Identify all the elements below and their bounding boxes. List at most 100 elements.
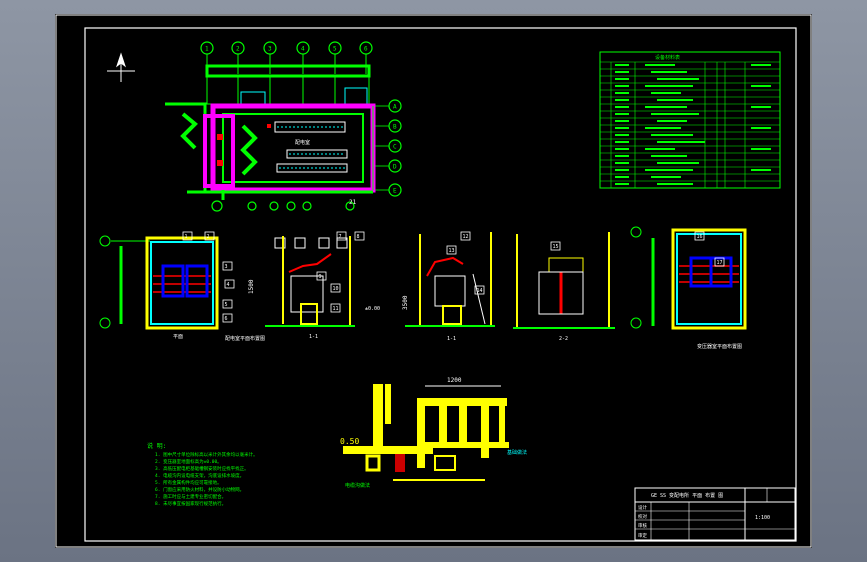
note-line: 2. 变压器室地面标高为±0.00。 [155,458,222,465]
callout-number: 13 [449,248,455,254]
title-block: GE SS 变配电所 平面 布置 图 设计 校对 审核 审定 1:100 [634,487,796,541]
table-cell-mark [615,134,629,136]
detail-bottom-note: 电缆沟做法 [345,482,370,489]
table-cell-mark [651,176,681,178]
table-cell-mark [657,141,705,143]
cad-drawing: 123456 ABCDE 配电室 21 设备材料表 平面 1500 ±0.00 … [55,14,812,548]
callout-number: 15 [553,244,559,250]
table-cell-mark [615,176,629,178]
table-cell-mark [615,64,629,66]
axis-label: 3 [268,46,272,53]
plan-dim-label: 21 [349,199,357,206]
callout-number: 11 [333,306,339,312]
callout-number: 9 [319,274,322,280]
right-caption: 变压器室平面布置图 [697,343,742,350]
table-cell-mark [657,78,699,80]
table-cell-mark [615,71,629,73]
table-cell-mark [645,106,687,108]
table-cell-mark [615,141,629,143]
left-plan-label: 平面 [173,334,183,340]
tb-row-label: 校对 [638,513,647,520]
axis-label: 1 [205,46,209,53]
drawing-sheet: 123456 ABCDE 配电室 21 设备材料表 平面 1500 ±0.00 … [55,14,812,548]
table-cell-mark [615,169,629,171]
axis-top: 1 2 3 4 5 6 [200,41,373,55]
detail-elev-label: 0.50 [340,437,359,446]
table-cell-mark [645,148,675,150]
table-cell-mark [645,169,693,171]
table-cell-mark [657,99,693,101]
callout-number: 16 [697,234,703,240]
callout-number: 17 [717,260,723,266]
callout-number: 2 [207,234,210,240]
note-line: 8. 未尽事宜按国家现行规范执行。 [155,500,226,507]
callout-number: 4 [227,282,230,288]
note-line: 5. 所有金属构件均应可靠接地。 [155,479,222,486]
table-cell-mark [651,155,687,157]
table-cell-mark [615,106,629,108]
section-view-3: 2-2 [513,232,615,342]
axis-label: 6 [364,46,368,53]
callout-number: 12 [463,234,469,240]
axis-label: D [393,164,397,171]
table-cell-mark [657,162,699,164]
callout-number: 7 [339,234,342,240]
floor-plan: 123456 ABCDE 配电室 21 [165,41,402,212]
note-line: 1. 图中尺寸单位除标高以米计外其余均以毫米计。 [155,451,258,458]
table-cell-mark [615,127,629,129]
callout-number: 6 [225,316,228,322]
table-cell-mark [645,85,693,87]
axis-label: 2 [236,46,240,53]
table-cell-mark [615,183,629,185]
table-cell-mark [651,113,699,115]
mid-caption: 配电室平面布置图 [225,335,265,342]
axis-label: 5 [333,46,337,53]
table-cell-mark [651,92,681,94]
section-left-plan: 平面 [99,235,219,340]
notes-heading: 说 明: [147,442,166,450]
table-cell-mark [651,134,693,136]
section-right-plan: 变压器室平面布置图 [630,226,747,350]
table-cell-mark [751,127,771,129]
section-3-label: 2-2 [559,336,568,342]
table-cell-mark [645,64,675,66]
svg-text:1500: 1500 [248,279,255,294]
table-cell-mark [615,113,629,115]
room-label: 配电室 [295,139,310,146]
callout-number: 5 [225,302,228,308]
tb-row-label: 审定 [638,532,647,539]
table-cell-mark [657,183,693,185]
table-cell-mark [645,127,681,129]
callout-labels: 1 234567 891011121314151617 [182,231,725,323]
table-cell-mark [751,106,771,108]
foundation-detail: 1200 0.50 电缆沟做法 基础做法 [340,377,527,489]
table-cell-mark [615,92,629,94]
drawing-title: GE SS 变配电所 平面 布置 图 [651,492,723,499]
axis-label: 4 [301,46,305,53]
callout-number: 3 [225,264,228,270]
note-line: 6. 门窗应采用防火材料，并设防小动物网。 [155,486,244,493]
north-arrow-icon [107,52,135,82]
note-line: 4. 电缆沟内设电缆支架，沟底设排水坡度。 [155,472,244,479]
axis-label: E [393,188,397,195]
table-cell-mark [615,99,629,101]
note-line: 7. 施工时应与土建专业密切配合。 [155,493,226,500]
tb-row-label: 审核 [638,522,647,529]
axis-label: A [393,104,397,111]
detail-width-label: 1200 [447,377,462,384]
table-cell-mark [615,85,629,87]
table-cell-mark [751,169,771,171]
axis-right: A B C D E [373,99,402,197]
detail-side-note: 基础做法 [507,449,527,456]
axis-label: B [393,124,397,131]
level-tag: ±0.00 [365,306,380,312]
section-2-label: 1-1 [447,336,456,342]
table-cell-mark [615,120,629,122]
table-cell-mark [615,148,629,150]
callout-number: 1 [185,234,188,240]
equipment-table: 设备材料表 [599,51,781,189]
design-notes: 说 明: 1. 图中尺寸单位除标高以米计外其余均以毫米计。 2. 变压器室地面标… [147,442,258,507]
table-cell-mark [651,71,687,73]
callout-number: 10 [333,286,339,292]
section-1-label: 1-1 [309,334,318,340]
